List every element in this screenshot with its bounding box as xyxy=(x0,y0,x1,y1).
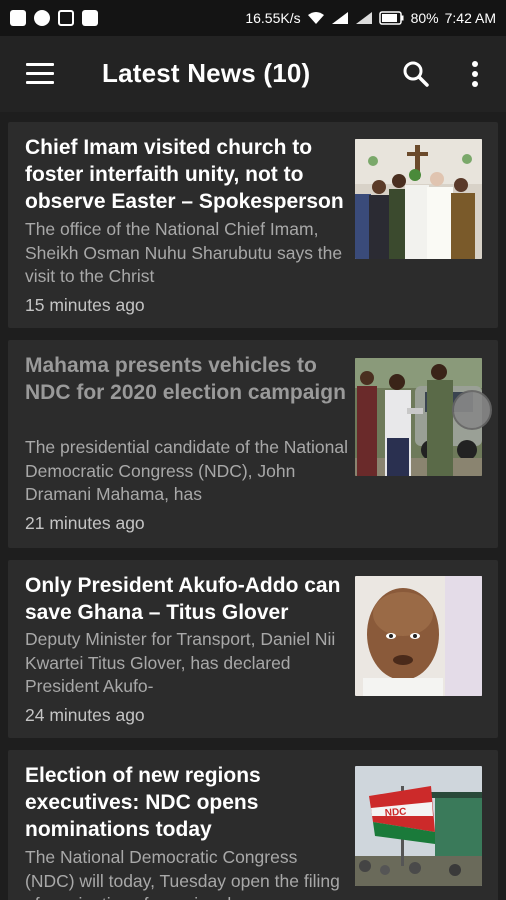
signal-icon-2 xyxy=(355,12,372,24)
article-headline: Mahama presents vehicles to NDC for 2020… xyxy=(25,354,346,404)
article-thumbnail: NDC xyxy=(355,766,482,886)
signal-icon xyxy=(331,12,348,24)
article-excerpt: Deputy Minister for Transport, Daniel Ni… xyxy=(25,629,336,696)
news-card[interactable]: Election of new regions executives: NDC … xyxy=(8,750,498,900)
flag-text: NDC xyxy=(384,807,406,819)
bitcoin-notification-icon xyxy=(34,10,50,26)
search-icon[interactable] xyxy=(402,60,430,88)
article-headline: Only President Akufo-Addo can save Ghana… xyxy=(25,574,341,624)
battery-icon xyxy=(378,11,404,25)
article-timestamp: 21 minutes ago xyxy=(25,513,145,533)
article-thumbnail xyxy=(355,576,482,696)
article-excerpt: The National Democratic Congress (NDC) w… xyxy=(25,847,340,900)
more-vert-icon[interactable] xyxy=(462,58,488,90)
article-excerpt: The office of the National Chief Imam, S… xyxy=(25,219,343,286)
article-thumbnail xyxy=(355,139,482,259)
news-card[interactable]: Mahama presents vehicles to NDC for 2020… xyxy=(8,340,498,548)
network-speed: 16.55K/s xyxy=(245,10,301,26)
news-feed[interactable]: Chief Imam visited church to foster inte… xyxy=(0,112,506,900)
app-bar: Latest News (10) xyxy=(0,36,506,112)
wifi-icon xyxy=(307,12,324,24)
app-notification-icon xyxy=(58,10,74,26)
article-headline: Chief Imam visited church to foster inte… xyxy=(25,136,344,213)
article-excerpt: The presidential candidate of the Nation… xyxy=(25,437,348,504)
message-notification-icon xyxy=(82,10,98,26)
battery-level: 80% xyxy=(410,10,439,26)
news-card[interactable]: Chief Imam visited church to foster inte… xyxy=(8,122,498,328)
article-timestamp: 24 minutes ago xyxy=(25,705,145,725)
clock: 7:42 AM xyxy=(444,10,496,26)
shield-notification-icon xyxy=(10,10,26,26)
status-bar: 16.55K/s 80% 7:42 AM xyxy=(0,0,506,36)
notification-icons xyxy=(0,10,98,26)
assistive-touch-button[interactable] xyxy=(452,390,492,430)
hamburger-menu-icon[interactable] xyxy=(26,63,54,85)
page-title: Latest News (10) xyxy=(102,58,311,88)
news-card[interactable]: Only President Akufo-Addo can save Ghana… xyxy=(8,560,498,738)
system-indicators: 16.55K/s 80% 7:42 AM xyxy=(245,10,506,26)
article-timestamp: 15 minutes ago xyxy=(25,295,145,315)
article-headline: Election of new regions executives: NDC … xyxy=(25,764,261,841)
